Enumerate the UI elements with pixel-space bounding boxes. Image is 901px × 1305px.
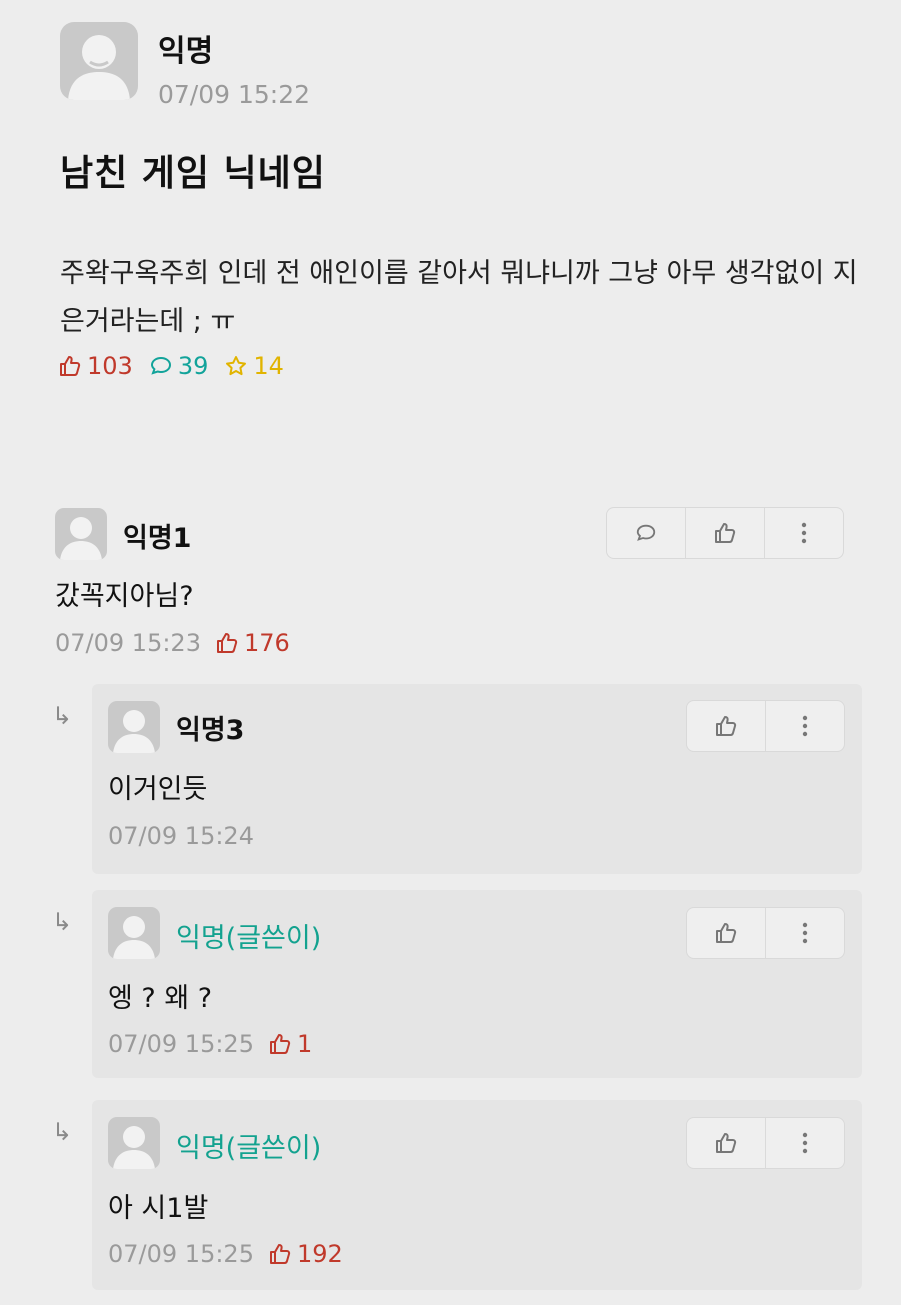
thumbs-up-icon <box>60 356 81 376</box>
reply-item: 익명3 이거인듯 07/09 15:24 <box>92 684 862 874</box>
comment-meta: 07/09 15:25 192 <box>108 1240 343 1268</box>
avatar-icon <box>55 508 107 560</box>
comment-text: 갔꼭지아님? <box>55 581 194 612</box>
avatar-icon <box>108 1117 160 1169</box>
comment-meta: 07/09 15:25 1 <box>108 1030 312 1058</box>
thumbs-up-icon <box>716 716 737 736</box>
reply-item: 익명(글쓴이) 아 시1발 07/09 15:25 192 <box>92 1100 862 1290</box>
post-avatar <box>60 22 138 100</box>
thumbs-up-icon <box>716 923 737 943</box>
comment-bubble-icon <box>150 356 171 375</box>
post-title: 남친 게임 닉네임 <box>60 153 326 194</box>
comment-like-count: 192 <box>268 1240 343 1268</box>
thumbs-up-icon <box>716 1133 737 1153</box>
thumbs-up-icon <box>269 1244 291 1264</box>
reply-arrow-icon: ↳ <box>52 1118 73 1146</box>
like-button[interactable] <box>687 1118 765 1168</box>
comment-time: 07/09 15:23 <box>55 629 201 657</box>
avatar-icon <box>108 907 160 959</box>
comment-text: 아 시1발 <box>108 1193 209 1224</box>
comment-actions <box>606 507 844 559</box>
comment-actions <box>686 1117 845 1169</box>
thumbs-up-icon <box>715 523 736 543</box>
more-button[interactable] <box>765 1118 844 1168</box>
reply-arrow-icon: ↳ <box>52 702 73 730</box>
comment-bubble-icon <box>636 524 656 541</box>
comment-time: 07/09 15:25 <box>108 1240 254 1268</box>
reply-arrow-icon: ↳ <box>52 908 73 936</box>
comment-like-count: 176 <box>215 629 290 657</box>
star-icon <box>226 356 247 376</box>
comment-actions <box>686 700 845 752</box>
avatar-icon <box>108 701 160 753</box>
reply-button[interactable] <box>607 508 685 558</box>
post-like-count[interactable]: 103 <box>58 352 133 380</box>
more-button[interactable] <box>764 508 843 558</box>
like-button[interactable] <box>687 701 765 751</box>
more-vertical-icon <box>802 922 808 944</box>
comment-author-op: 익명(글쓴이) <box>176 1133 322 1164</box>
comment-meta: 07/09 15:24 <box>108 822 254 850</box>
like-button[interactable] <box>687 908 765 958</box>
post-stats: 103 39 14 <box>58 352 292 380</box>
reply-item: 익명(글쓴이) 엥 ? 왜 ? 07/09 15:25 1 <box>92 890 862 1078</box>
comment-author: 익명1 <box>123 523 192 554</box>
post-scrap-count[interactable]: 14 <box>224 352 284 380</box>
comment-text: 엥 ? 왜 ? <box>108 983 213 1014</box>
post-body: 주왁구옥주희 인데 전 애인이름 같아서 뭐냐니까 그냥 아무 생각없이 지은거… <box>60 258 858 337</box>
like-button[interactable] <box>685 508 764 558</box>
more-button[interactable] <box>765 908 844 958</box>
more-vertical-icon <box>802 715 808 737</box>
more-vertical-icon <box>802 1132 808 1154</box>
thumbs-up-icon <box>216 633 238 653</box>
comment-author-op: 익명(글쓴이) <box>176 923 322 954</box>
post-time: 07/09 15:22 <box>158 80 311 109</box>
comment-text: 이거인듯 <box>108 774 208 805</box>
post-author: 익명 <box>158 34 214 69</box>
comment-actions <box>686 907 845 959</box>
post-comment-count[interactable]: 39 <box>149 352 208 380</box>
comment-time: 07/09 15:25 <box>108 1030 254 1058</box>
comment-time: 07/09 15:24 <box>108 822 254 850</box>
more-button[interactable] <box>765 701 844 751</box>
more-vertical-icon <box>801 522 807 544</box>
thumbs-up-icon <box>269 1034 291 1054</box>
avatar-icon <box>68 35 130 100</box>
comment-author: 익명3 <box>176 715 245 746</box>
comment-meta: 07/09 15:23 176 <box>55 629 290 657</box>
comment-like-count: 1 <box>268 1030 312 1058</box>
